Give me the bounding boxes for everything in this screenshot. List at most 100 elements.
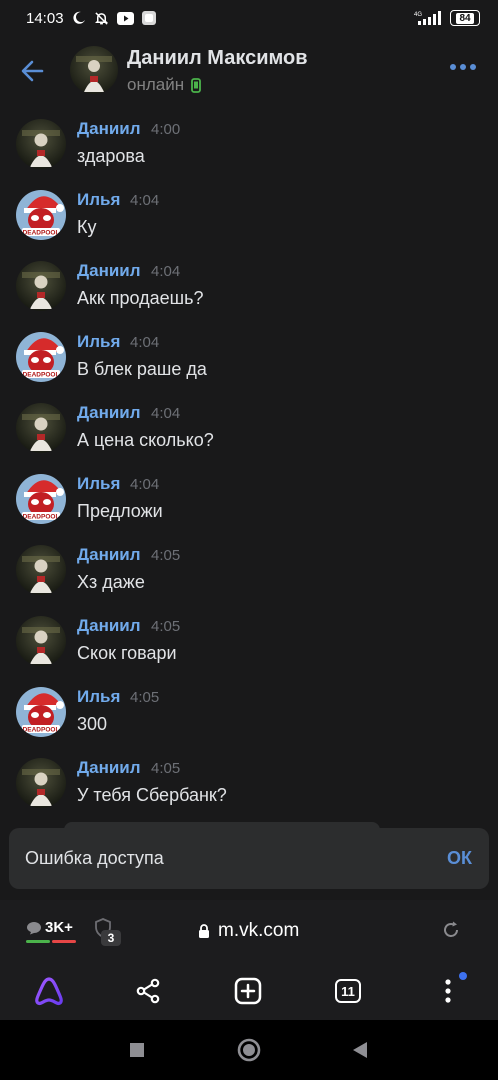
battery-level: 84 [456,12,474,24]
message-author[interactable]: Даниил [77,545,141,565]
share-icon [136,978,160,1004]
triangle-back-icon [353,1042,367,1058]
more-icon[interactable] [450,64,476,70]
message-time: 4:05 [151,760,181,777]
message-author[interactable]: Даниил [77,403,141,423]
message-text: В блек раше да [77,359,207,379]
message-item[interactable]: Даниил 4:04 Акк продаешь? [0,254,498,325]
message-author[interactable]: Даниил [77,616,141,636]
message-author[interactable]: Илья [77,332,120,352]
author-avatar[interactable]: DEADPOOL [16,190,66,240]
plus-box-icon [234,977,262,1005]
message-item[interactable]: DEADPOOL Илья 4:05 300 [0,680,498,751]
notification-dot [459,972,467,980]
tab-count: 11 [335,979,361,1003]
svg-text:4G: 4G [414,12,422,18]
message-item[interactable]: Даниил 4:05 Скок говари [0,609,498,680]
alice-icon [35,977,63,1006]
message-text: Ку [77,217,97,237]
youtube-icon [116,11,134,25]
message-time: 4:05 [151,618,181,635]
back-arrow-icon [21,60,44,82]
status-time: 14:03 [26,9,64,27]
author-avatar[interactable] [16,261,66,311]
author-avatar[interactable] [16,616,66,666]
app-icon [141,11,156,25]
message-list: Даниил 4:00 здарова DEADPOOL Илья 4:04 Ку Дании… [0,112,498,822]
message-text: 300 [77,714,108,734]
message-time: 4:05 [130,689,160,706]
author-avatar[interactable] [16,758,66,808]
message-author[interactable]: Даниил [77,119,141,139]
svg-text:DEADPOOL: DEADPOOL [23,727,60,734]
author-avatar[interactable] [16,403,66,453]
square-icon [130,1043,144,1057]
chat-bubble-icon [27,921,41,934]
contact-name: Даниил Максимов [127,47,308,69]
browser-url-bar: 3K+ 3 m.vk.com [0,900,498,962]
mobile-online-icon [191,77,202,93]
back-button[interactable] [20,58,46,84]
message-item[interactable]: Даниил 4:05 У тебя Сбербанк? [0,751,498,822]
contact-status: онлайн [127,75,202,95]
message-text: Предложи [77,501,163,521]
bell-off-icon [94,11,109,26]
bubble-indicator [26,940,76,943]
message-time: 4:00 [151,121,181,138]
message-item[interactable]: Даниил 4:00 здарова [0,112,498,183]
system-nav-bar [0,1020,498,1080]
chat-bubbles-button[interactable]: 3K+ [26,919,73,936]
message-author[interactable]: Даниил [77,261,141,281]
reload-button[interactable] [441,920,461,945]
svg-text:DEADPOOL: DEADPOOL [23,372,60,379]
url-text: m.vk.com [218,920,300,941]
message-author[interactable]: Даниил [77,758,141,778]
snackbar-ok-button[interactable]: ОК [447,848,472,869]
tabs-button[interactable]: 11 [331,974,365,1008]
message-item[interactable]: DEADPOOL Илья 4:04 Предложи [0,467,498,538]
author-avatar[interactable]: DEADPOOL [16,687,66,737]
message-item[interactable]: DEADPOOL Илья 4:04 Ку [0,183,498,254]
signal-icon: 4G [414,10,444,26]
battery-icon: 84 [450,10,480,26]
message-author[interactable]: Илья [77,190,120,210]
snackbar: Ошибка доступа ОК [9,828,489,889]
status-bar: 14:03 4G 84 [0,0,498,36]
alice-button[interactable] [32,974,66,1008]
message-time: 4:04 [130,192,160,209]
svg-text:DEADPOOL: DEADPOOL [23,230,60,237]
url-field[interactable]: m.vk.com [198,920,299,942]
message-text: здарова [77,146,145,166]
message-item[interactable]: Даниил 4:05 Хз даже [0,538,498,609]
back-nav-button[interactable] [348,1038,372,1062]
message-text: Акк продаешь? [77,288,204,308]
new-tab-button[interactable] [231,974,265,1008]
message-time: 4:05 [151,547,181,564]
recents-button[interactable] [125,1038,149,1062]
tracker-count-badge: 3 [101,930,121,946]
browser-toolbar: 11 [0,962,498,1020]
author-avatar[interactable] [16,545,66,595]
contact-avatar[interactable] [70,46,118,94]
message-time: 4:04 [151,405,181,422]
message-text: Хз даже [77,572,145,592]
message-author[interactable]: Илья [77,474,120,494]
bubble-count: 3K+ [45,919,73,936]
vertical-dots-icon [445,979,451,1003]
home-button[interactable] [237,1038,261,1062]
message-item[interactable]: DEADPOOL Илья 4:04 В блек раше да [0,325,498,396]
author-avatar[interactable] [16,119,66,169]
author-avatar[interactable]: DEADPOOL [16,474,66,524]
message-item[interactable]: Даниил 4:04 А цена сколько? [0,396,498,467]
snackbar-text: Ошибка доступа [25,848,164,868]
share-button[interactable] [131,974,165,1008]
author-avatar[interactable]: DEADPOOL [16,332,66,382]
message-text: А цена сколько? [77,430,214,450]
lock-icon [199,923,209,938]
message-author[interactable]: Илья [77,687,120,707]
svg-text:DEADPOOL: DEADPOOL [23,514,60,521]
chat-header: Даниил Максимов онлайн [0,36,498,106]
circle-icon [237,1038,261,1062]
status-text: онлайн [127,75,185,94]
message-time: 4:04 [130,334,160,351]
